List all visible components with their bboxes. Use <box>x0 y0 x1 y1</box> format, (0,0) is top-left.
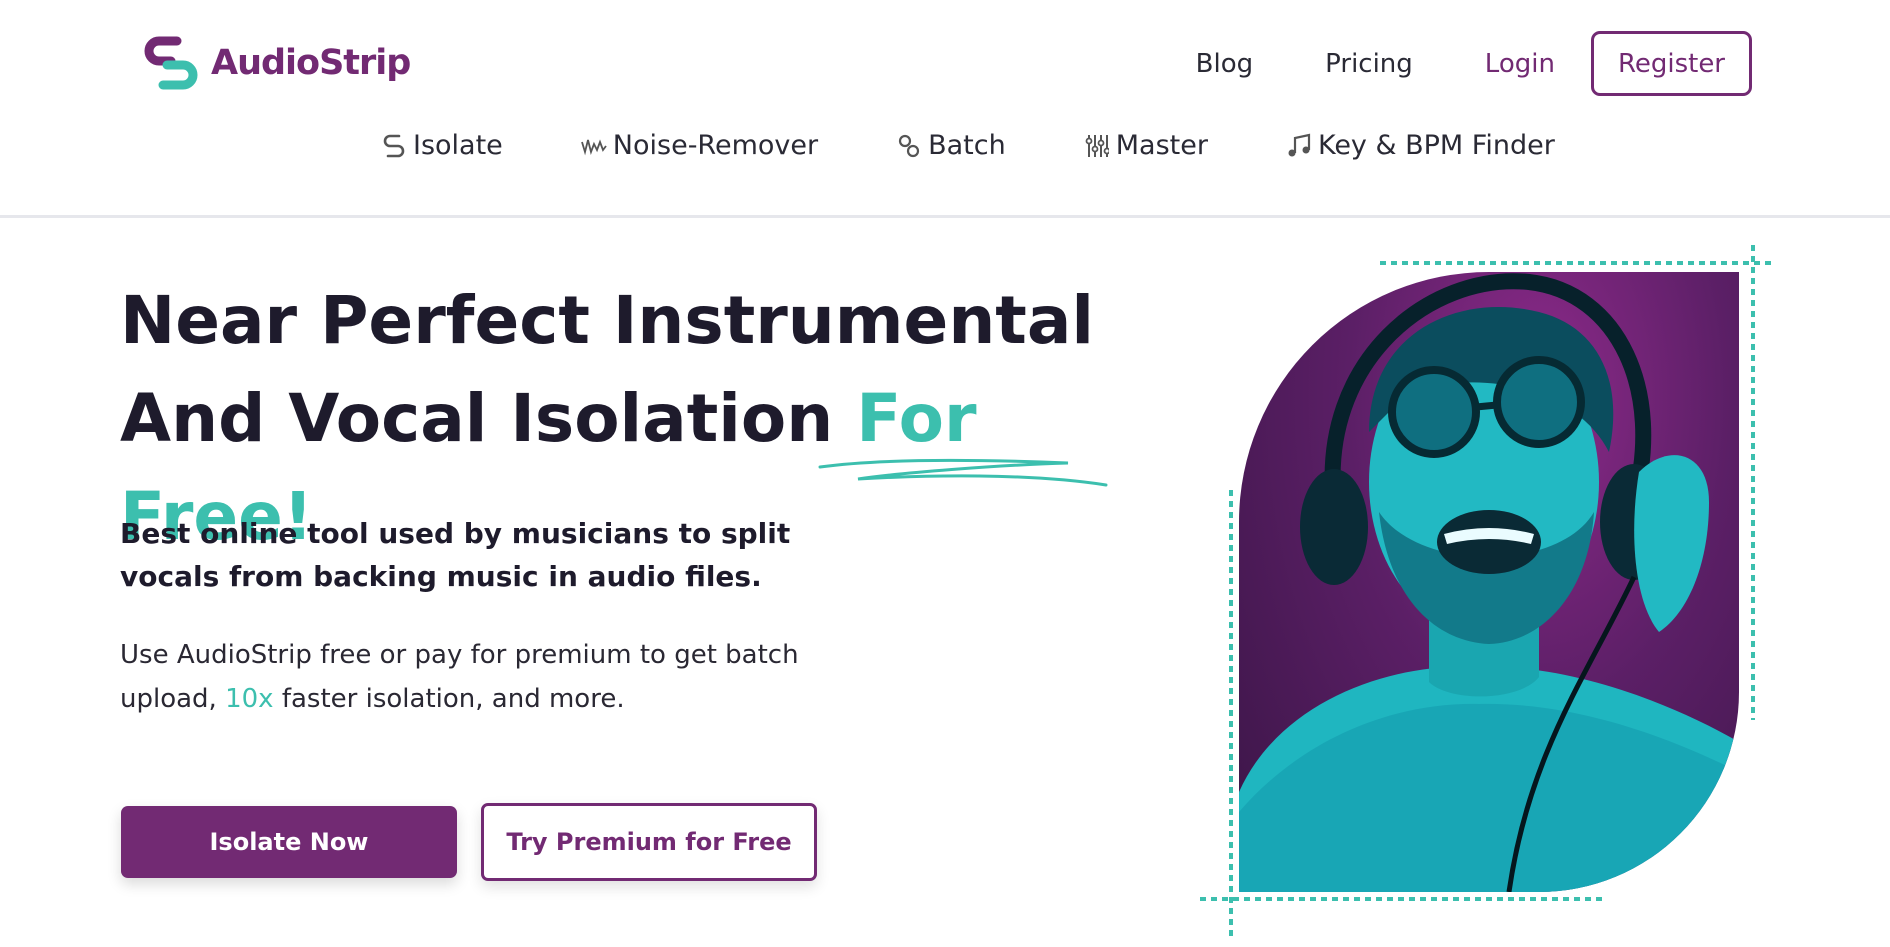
isolate-now-button[interactable]: Isolate Now <box>121 806 457 878</box>
master-levels-icon <box>1084 132 1110 160</box>
register-button[interactable]: Register <box>1590 31 1752 96</box>
tool-noise-remover[interactable]: Noise-Remover <box>580 130 819 161</box>
tool-master-label: Master <box>1115 130 1208 161</box>
headphones-listener-image <box>1239 273 1739 892</box>
hero-title-line2: And Vocal Isolation <box>120 380 857 457</box>
logo-mark-icon <box>144 36 198 90</box>
tool-master[interactable]: Master <box>1084 130 1208 161</box>
site-header: AudioStrip Blog Pricing Login Register I… <box>0 0 1890 218</box>
tool-batch[interactable]: Batch <box>896 130 1006 161</box>
speed-highlight: 10x <box>225 684 274 714</box>
music-note-icon <box>1286 132 1312 160</box>
tool-batch-label: Batch <box>928 130 1006 161</box>
hero-subhead: Best online tool used by musicians to sp… <box>120 517 791 593</box>
nav-login[interactable]: Login <box>1485 49 1555 79</box>
tool-navigation: Isolate Noise-Remover Batch Master Key &… <box>381 130 1555 161</box>
hero-photo <box>1239 272 1739 892</box>
nav-pricing[interactable]: Pricing <box>1325 49 1413 79</box>
hero-title-line1: Near Perfect Instrumental <box>120 282 1095 359</box>
logo-wordmark: AudioStrip <box>211 43 411 83</box>
isolate-icon <box>381 132 407 160</box>
hero-description: Use AudioStrip free or pay for premium t… <box>120 633 900 721</box>
batch-link-icon <box>896 132 922 160</box>
brand-logo[interactable]: AudioStrip <box>143 33 411 93</box>
try-premium-button[interactable]: Try Premium for Free <box>481 803 817 881</box>
tool-key-bpm-finder-label: Key & BPM Finder <box>1317 130 1555 161</box>
noise-wave-icon <box>580 132 607 160</box>
tool-key-bpm-finder[interactable]: Key & BPM Finder <box>1286 130 1555 161</box>
underline-swoosh <box>818 458 1108 487</box>
tool-isolate[interactable]: Isolate <box>381 130 503 161</box>
hero-description-text-end: faster isolation, and more. <box>273 684 625 714</box>
tool-isolate-label: Isolate <box>413 130 503 161</box>
hero-image-area <box>1195 240 1795 940</box>
tool-noise-remover-label: Noise-Remover <box>612 130 819 161</box>
top-navigation: Blog Pricing Login Register <box>1124 31 1752 96</box>
nav-blog[interactable]: Blog <box>1196 49 1253 79</box>
